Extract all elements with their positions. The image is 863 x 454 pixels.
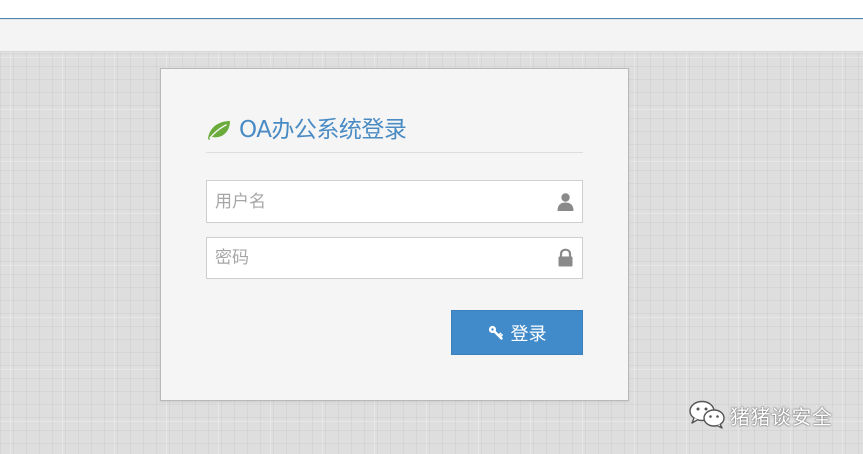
wechat-icon (689, 400, 725, 429)
user-icon (557, 192, 574, 211)
username-input[interactable] (207, 181, 582, 222)
password-input[interactable] (207, 238, 582, 278)
watermark: 猪猪谈安全 (688, 400, 833, 430)
login-card: OA办公系统登录 登录 (160, 68, 629, 401)
sub-bar (0, 20, 863, 52)
login-header: OA办公系统登录 (206, 117, 583, 153)
lock-icon (558, 248, 573, 267)
leaf-icon (208, 121, 230, 140)
login-button[interactable]: 登录 (451, 310, 583, 355)
username-field[interactable] (206, 180, 583, 223)
watermark-text: 猪猪谈安全 (730, 404, 833, 429)
login-title: OA办公系统登录 (239, 117, 407, 143)
top-bar (0, 0, 863, 19)
key-icon (488, 325, 503, 340)
password-field[interactable] (206, 237, 583, 279)
login-button-label: 登录 (510, 323, 547, 345)
